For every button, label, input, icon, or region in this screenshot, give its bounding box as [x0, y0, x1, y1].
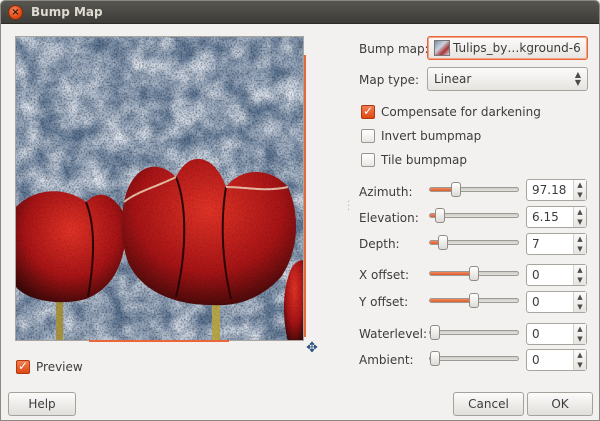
invert-label: Invert bumpmap	[381, 129, 482, 143]
preview-render	[16, 37, 303, 340]
x-offset-value: 0	[532, 268, 540, 282]
bump-map-value: Tulips_by…kground-6	[453, 41, 581, 55]
depth-slider-handle[interactable]	[438, 235, 448, 250]
bump-map-dialog: × Bump Map ✥ · · · ✓ Preview Bump map: T…	[0, 0, 600, 421]
spin-arrows-icon[interactable]: ▲ ▼	[573, 350, 586, 370]
compensate-option[interactable]: Compensate for darkening	[361, 104, 541, 119]
ambient-spin[interactable]: 0 ▲ ▼	[526, 349, 587, 371]
y-offset-slider-handle[interactable]	[469, 293, 479, 308]
map-type-value: Linear	[434, 72, 472, 86]
depth-spin[interactable]: 7 ▲ ▼	[526, 233, 587, 255]
updown-arrows-icon: ▲ ▼	[574, 70, 581, 87]
spin-arrows-icon[interactable]: ▲ ▼	[573, 234, 586, 254]
move-cursor-icon[interactable]: ✥	[305, 341, 319, 355]
azimuth-value: 97.18	[532, 183, 567, 197]
y-offset-slider[interactable]	[429, 293, 519, 308]
preview-checkbox[interactable]	[16, 359, 30, 374]
cancel-button[interactable]: Cancel	[453, 392, 524, 416]
window-title: Bump Map	[31, 5, 103, 19]
waterlevel-spin[interactable]: 0 ▲ ▼	[526, 323, 587, 345]
preview-image[interactable]	[15, 36, 304, 341]
y-offset-value: 0	[532, 295, 540, 309]
azimuth-spin[interactable]: 97.18 ▲ ▼	[526, 179, 587, 201]
spin-arrows-icon[interactable]: ▲ ▼	[573, 292, 586, 312]
close-icon: ×	[11, 7, 20, 18]
ambient-slider-handle[interactable]	[430, 351, 440, 366]
help-button[interactable]: Help	[8, 392, 76, 416]
waterlevel-slider[interactable]	[429, 325, 519, 340]
preview-toggle[interactable]: Preview	[16, 359, 83, 374]
invert-checkbox[interactable]	[361, 129, 375, 143]
ambient-slider[interactable]	[429, 351, 519, 366]
titlebar: × Bump Map	[1, 1, 599, 24]
preview-horizontal-scroll[interactable]	[89, 340, 229, 342]
azimuth-slider[interactable]	[429, 182, 519, 197]
preview-vertical-scroll[interactable]	[304, 55, 306, 337]
y-offset-slider-fill	[430, 299, 474, 302]
x-offset-slider-handle[interactable]	[469, 266, 479, 281]
spin-arrows-icon[interactable]: ▲ ▼	[573, 265, 586, 285]
waterlevel-value: 0	[532, 327, 540, 341]
bump-map-thumbnail-icon	[434, 40, 450, 56]
depth-slider[interactable]	[429, 235, 519, 250]
elevation-spin[interactable]: 6.15 ▲ ▼	[526, 206, 587, 228]
elevation-value: 6.15	[532, 210, 559, 224]
preview-label: Preview	[36, 360, 83, 374]
azimuth-label: Azimuth:	[359, 185, 413, 199]
ok-button[interactable]: OK	[527, 392, 593, 416]
pane-separator-grip[interactable]: · · ·	[347, 198, 350, 216]
x-offset-slider[interactable]	[429, 266, 519, 281]
x-offset-label: X offset:	[359, 268, 410, 282]
compensate-checkbox[interactable]	[361, 104, 375, 119]
elevation-slider[interactable]	[429, 208, 519, 223]
y-offset-label: Y offset:	[359, 295, 409, 309]
ambient-label: Ambient:	[359, 353, 414, 367]
bump-map-select[interactable]: Tulips_by…kground-6	[427, 36, 588, 60]
tile-option[interactable]: Tile bumpmap	[361, 153, 467, 167]
tile-checkbox[interactable]	[361, 153, 375, 167]
elevation-label: Elevation:	[359, 211, 419, 225]
spin-arrows-icon[interactable]: ▲ ▼	[573, 207, 586, 227]
azimuth-slider-handle[interactable]	[451, 182, 461, 197]
y-offset-spin[interactable]: 0 ▲ ▼	[526, 291, 587, 313]
x-offset-spin[interactable]: 0 ▲ ▼	[526, 264, 587, 286]
tile-label: Tile bumpmap	[381, 153, 468, 167]
spin-arrows-icon[interactable]: ▲ ▼	[573, 180, 586, 200]
elevation-slider-handle[interactable]	[435, 208, 445, 223]
waterlevel-label: Waterlevel:	[359, 327, 428, 341]
waterlevel-slider-handle[interactable]	[430, 325, 440, 340]
x-offset-slider-fill	[430, 272, 474, 275]
depth-value: 7	[532, 237, 540, 251]
close-button[interactable]: ×	[8, 5, 23, 20]
depth-label: Depth:	[359, 237, 400, 251]
map-type-label: Map type:	[359, 73, 419, 87]
invert-option[interactable]: Invert bumpmap	[361, 129, 481, 143]
ambient-value: 0	[532, 353, 540, 367]
map-type-select[interactable]: Linear ▲ ▼	[427, 67, 588, 91]
bump-map-label: Bump map:	[359, 42, 429, 56]
spin-arrows-icon[interactable]: ▲ ▼	[573, 324, 586, 344]
compensate-label: Compensate for darkening	[381, 105, 541, 119]
